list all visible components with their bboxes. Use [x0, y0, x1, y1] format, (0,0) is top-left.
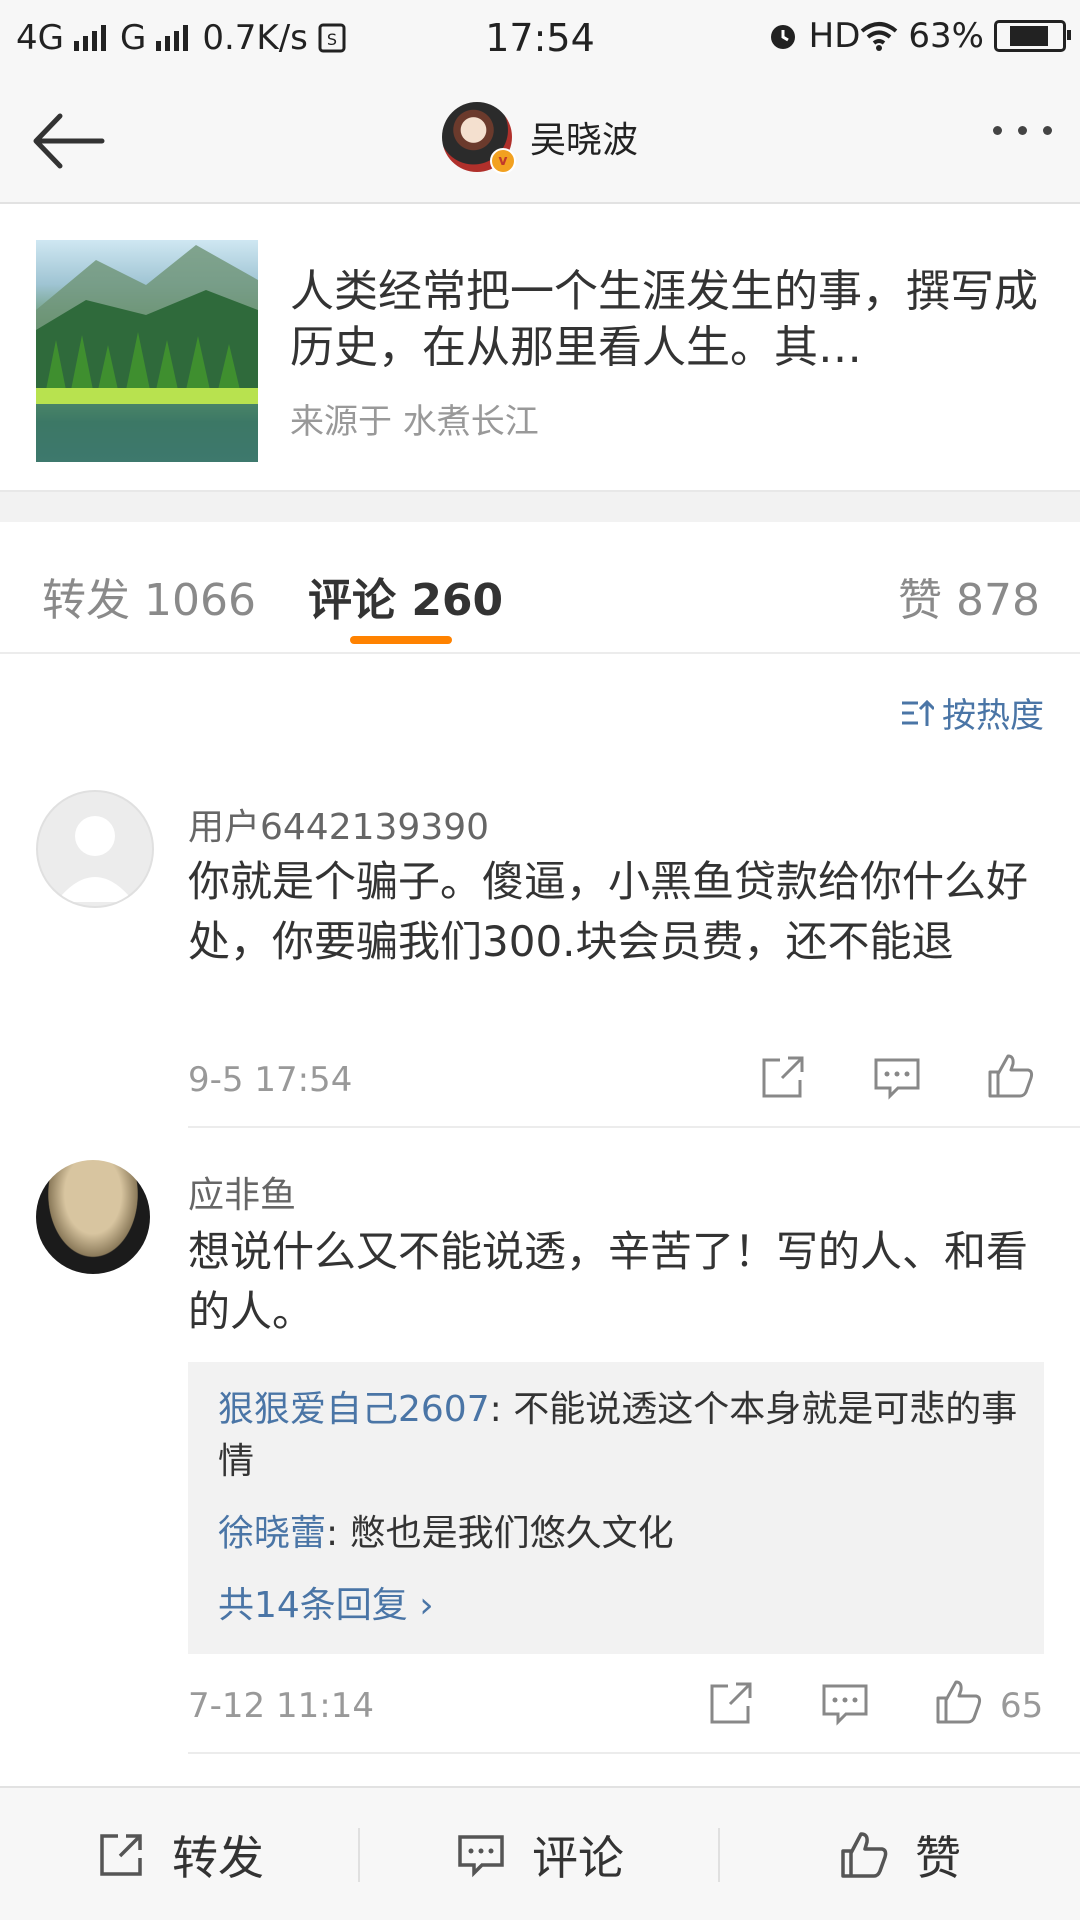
nav-bar: v 吴晓波	[0, 76, 1080, 204]
comment-username[interactable]: 用户6442139390	[188, 798, 489, 850]
comment-button[interactable]: 评论	[360, 1788, 720, 1920]
comment-icon	[458, 1835, 504, 1878]
share-icon[interactable]	[706, 1680, 756, 1728]
like-count: 65	[1000, 1686, 1044, 1726]
reply-item: 徐晓蕾: 憋也是我们悠久文化	[218, 1508, 1018, 1560]
reply-item: 狠狠爱自己2607: 不能说透这个本身就是可悲的事情	[218, 1384, 1018, 1488]
divider	[188, 1752, 1080, 1754]
avatar[interactable]	[36, 790, 154, 908]
comment-username[interactable]: 应非鱼	[188, 1166, 296, 1218]
battery-percent: 63%	[908, 16, 984, 56]
divider	[188, 1126, 1080, 1128]
comment-time: 7-12 11:14	[188, 1686, 374, 1726]
like-label: 赞	[915, 1831, 961, 1885]
like-icon	[841, 1832, 888, 1878]
like-icon[interactable]	[934, 1678, 984, 1726]
wifi-icon	[861, 22, 898, 51]
avatar[interactable]: v	[441, 102, 516, 174]
default-avatar-icon	[56, 816, 134, 902]
share-icon[interactable]	[758, 1054, 808, 1102]
avatar[interactable]	[36, 1160, 150, 1274]
like-icon[interactable]	[986, 1052, 1036, 1100]
post-source: 来源于 水煮长江	[290, 402, 539, 442]
share-icon	[100, 1834, 142, 1876]
comment-icon[interactable]	[872, 1054, 922, 1102]
sort-icon	[902, 699, 934, 726]
comment-icon[interactable]	[820, 1680, 870, 1728]
comment-text: 想说什么又不能说透，辛苦了！写的人、和看的人。	[188, 1227, 1029, 1336]
repost-label: 转发	[172, 1831, 264, 1885]
verified-badge-icon: v	[489, 148, 516, 174]
post-thumbnail	[36, 240, 258, 462]
post-excerpt: 人类经常把一个生涯发生的事，撰写成历史，在从那里看人生。其…	[290, 266, 1038, 373]
hd-indicator: HD	[808, 16, 861, 56]
tab-like[interactable]: 赞 878	[898, 564, 1040, 628]
reply-username[interactable]: 狠狠爱自己2607	[218, 1389, 490, 1430]
bottom-action-bar: 转发 评论 赞	[0, 1786, 1080, 1920]
status-bar: 4G G 0.7K/s S 17:54 HD 63%	[0, 0, 1080, 76]
repost-button[interactable]: 转发	[0, 1788, 360, 1920]
sort-button[interactable]: 按热度	[900, 688, 1044, 737]
reply-text: : 憋也是我们悠久文化	[326, 1513, 674, 1554]
alarm-icon	[770, 25, 795, 49]
tab-repost[interactable]: 转发 1066	[42, 564, 256, 628]
reply-preview-box[interactable]: 狠狠爱自己2607: 不能说透这个本身就是可悲的事情 徐晓蕾: 憋也是我们悠久文…	[188, 1362, 1044, 1654]
tab-bar: 转发 1066 评论 260 赞 878	[0, 522, 1080, 654]
section-divider	[0, 490, 1080, 524]
status-right: HD 63%	[767, 16, 1071, 56]
reply-username[interactable]: 徐晓蕾	[218, 1513, 326, 1554]
tab-active-indicator	[350, 636, 452, 644]
screen: 4G G 0.7K/s S 17:54 HD 63% v 吴晓波 人类经常把一个…	[0, 0, 1080, 1920]
comment-time: 9-5 17:54	[188, 1060, 353, 1100]
more-icon[interactable]	[977, 126, 1052, 135]
sort-label: 按热度	[942, 696, 1044, 736]
battery-icon	[994, 20, 1071, 52]
more-replies-link[interactable]: 共14条回复 ›	[218, 1576, 434, 1628]
comment-label: 评论	[532, 1831, 624, 1885]
landscape-image	[36, 245, 258, 462]
original-post-card[interactable]: 人类经常把一个生涯发生的事，撰写成历史，在从那里看人生。其… 来源于 水煮长江	[0, 208, 1080, 490]
like-button[interactable]: 赞	[720, 1788, 1080, 1920]
page-title: 吴晓波	[529, 120, 638, 161]
comment-text: 你就是个骗子。傻逼，小黑鱼贷款给你什么好处，你要骗我们300.块会员费，还不能退	[188, 857, 1029, 966]
tab-comment[interactable]: 评论 260	[308, 564, 503, 628]
nav-profile[interactable]: v 吴晓波	[0, 102, 1080, 174]
